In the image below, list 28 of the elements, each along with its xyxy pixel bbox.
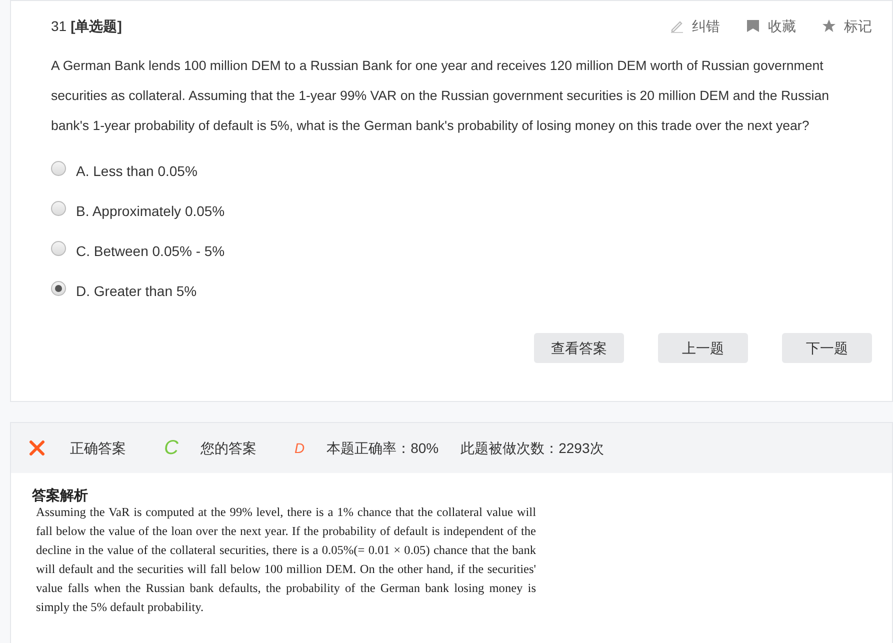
your-answer-label: 您的答案 xyxy=(200,438,256,458)
pencil-icon xyxy=(670,19,684,33)
explanation-title: 答案解析 xyxy=(32,487,89,503)
next-button[interactable]: 下一题 xyxy=(782,333,872,363)
option-label[interactable]: B. Approximately 0.05% xyxy=(76,200,225,222)
option-label[interactable]: A. Less than 0.05% xyxy=(76,160,198,182)
your-answer: D xyxy=(294,438,305,458)
star-icon xyxy=(822,19,836,33)
explanation-text: Assuming the VaR is computed at the 99% level, there is a 1% chance that the collateral value will fall below the value of the loan over the next year. If the probability of default is independent of the decline in the value of the collateral securities, there is a 0.05%(= 0.01 × 0.05) chance that the bank will default and the securities will fall below 100 million DEM. On the other hand, if the securities' value falls when the Russian bank defaults, the probability of the German bank losing money is simply the 5% default probability. xyxy=(36,504,536,616)
question-text: A German Bank lends 100 million DEM to a Russian Bank for one year and receives 120 million DEM worth of Russian government securities as collateral. Assuming that the 1-year 99% VAR on the Russian government securities is 20 million DEM and the Russian bank's 1-year probability of default is 5%, what is the German bank's probability of losing money on this trade over the next year? xyxy=(51,57,830,135)
option-label[interactable]: C. Between 0.05% - 5% xyxy=(76,240,225,262)
show-answer-button[interactable]: 查看答案 xyxy=(534,333,624,363)
correct-answer: C xyxy=(164,436,178,461)
attempts-text: 此题被做次数：2293次 xyxy=(460,438,604,458)
previous-button[interactable]: 上一题 xyxy=(658,333,748,363)
question-type: [单选题] xyxy=(70,16,122,36)
bookmark-icon xyxy=(746,19,760,33)
correct-answer-label: 正确答案 xyxy=(70,438,126,458)
radio-button[interactable] xyxy=(51,160,66,176)
favorite-button[interactable]: 收藏 xyxy=(746,16,796,36)
report-error-button[interactable]: 纠错 xyxy=(670,16,720,36)
question-number: 31 xyxy=(51,16,67,36)
option-label[interactable]: D. Greater than 5% xyxy=(76,280,197,302)
accuracy-text: 本题正确率：80% xyxy=(326,438,439,458)
mark-button[interactable]: 标记 xyxy=(822,16,872,36)
radio-button[interactable] xyxy=(51,280,66,296)
radio-button[interactable] xyxy=(51,200,66,216)
radio-button[interactable] xyxy=(51,240,66,256)
